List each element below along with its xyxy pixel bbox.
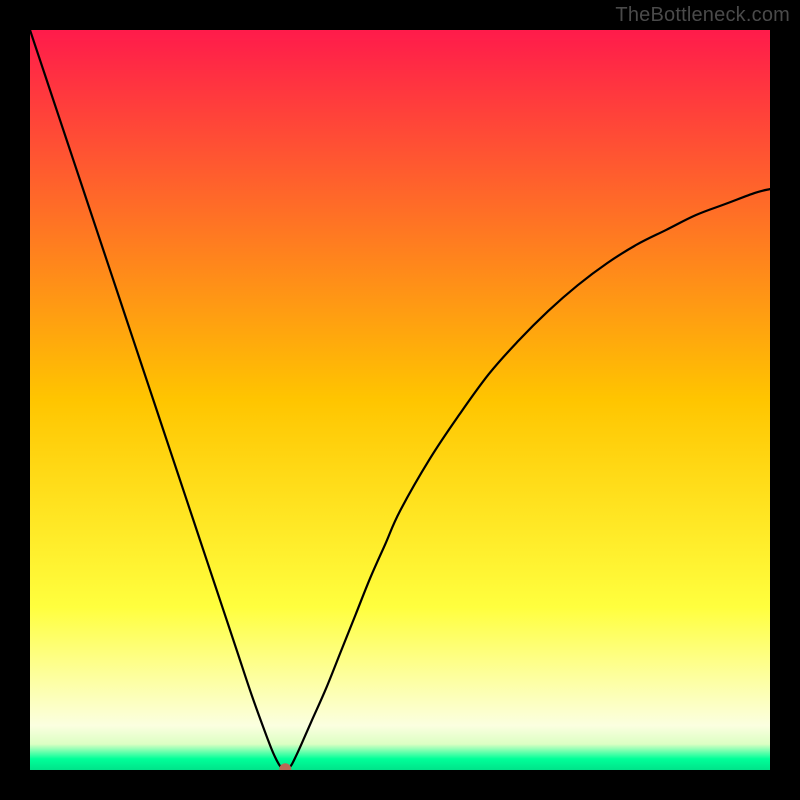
plot-area	[30, 30, 770, 770]
bottleneck-curve	[30, 30, 770, 769]
curve-layer	[30, 30, 770, 770]
watermark-text: TheBottleneck.com	[615, 4, 790, 27]
minimum-marker	[279, 763, 291, 770]
chart-frame: TheBottleneck.com	[0, 0, 800, 800]
